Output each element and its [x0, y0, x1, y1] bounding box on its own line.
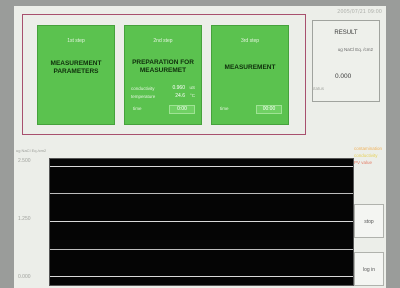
legend-contamination: contamination [354, 146, 383, 151]
step-number: 2nd step [153, 38, 173, 44]
y-tick-mid: 1.250 [18, 216, 31, 222]
y-tick-bottom: 0.000 [18, 274, 31, 280]
conductivity-label: conductivity [131, 86, 155, 91]
steps-panel: 1st step MEASUREMENT PARAMETERS 2nd step… [22, 14, 306, 135]
step-title: PREPARATION FOR MEASUREMET [132, 59, 194, 74]
legend-pv-value: PV value [354, 160, 373, 165]
conductivity-row: conductivity 0.960 uS [131, 85, 197, 91]
temperature-value: 24.6 [175, 93, 185, 99]
legend-conductivity: conductivity [354, 153, 378, 158]
chart-y-axis-title: ug NaCl Eq./cm2 [16, 148, 47, 153]
status-label: status [312, 86, 325, 91]
datetime-display: 2005/07/21 09:00 [337, 9, 382, 15]
conductivity-value: 0.960 [172, 85, 185, 91]
chart-gridline [50, 166, 353, 167]
result-title: RESULT [334, 30, 358, 36]
chart-gridline [50, 249, 353, 250]
temperature-unit: °C [189, 93, 195, 98]
step-number: 3rd step [240, 38, 260, 44]
temperature-label: temperature [131, 94, 156, 99]
step-number: 1st step [67, 38, 85, 44]
temperature-row: temperature 24.6 °C [131, 93, 197, 99]
measurement-time-value: 00:00 [256, 105, 282, 114]
prep-time-value: 0:00 [169, 105, 195, 114]
chart-gridline [50, 221, 353, 222]
step-card-measurement-parameters[interactable]: 1st step MEASUREMENT PARAMETERS [37, 25, 115, 125]
stop-button[interactable]: stop [354, 204, 384, 238]
measurement-time-label: time [220, 106, 229, 111]
conductivity-unit: uS [189, 85, 195, 90]
step-title: MEASUREMENT PARAMETERS [50, 60, 102, 75]
step-title: MEASUREMENT [224, 64, 276, 71]
result-value: 0.000 [335, 73, 352, 80]
prep-time-label: time [133, 106, 142, 111]
measurement-chart [49, 158, 354, 286]
chart-gridline [50, 276, 353, 277]
instrument-screen: 2005/07/21 09:00 1st step MEASUREMENT PA… [14, 6, 386, 288]
step-card-preparation[interactable]: 2nd step PREPARATION FOR MEASUREMET cond… [124, 25, 202, 125]
log-in-button[interactable]: log in [354, 252, 384, 286]
chart-gridline [50, 193, 353, 194]
result-unit: ug NaCl Eq. /cm2 [337, 47, 373, 52]
y-tick-top: 2.500 [18, 158, 31, 164]
step-card-measurement[interactable]: 3rd step MEASUREMENT time 00:00 [211, 25, 289, 125]
